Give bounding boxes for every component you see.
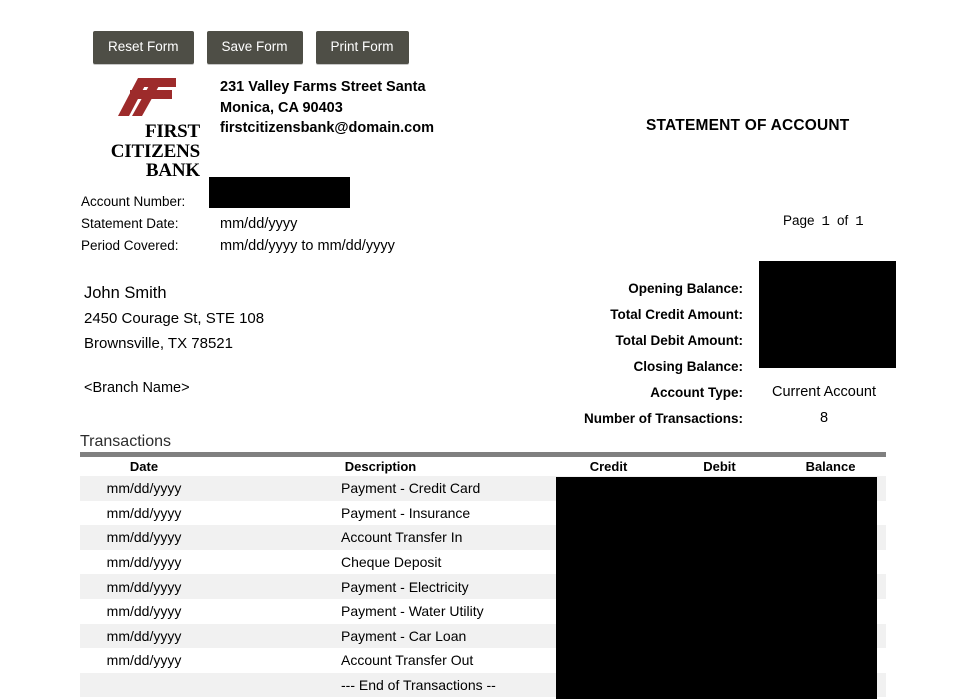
column-header-date: Date	[80, 457, 208, 476]
first-citizens-f-mark-icon	[118, 78, 176, 116]
period-covered-row: Period Covered: mm/dd/yyyy to mm/dd/yyyy	[81, 235, 395, 257]
number-of-transactions-label: Number of Transactions:	[583, 410, 743, 426]
cell-description: Account Transfer Out	[208, 648, 553, 673]
cell-date: mm/dd/yyyy	[80, 549, 208, 575]
column-header-credit: Credit	[553, 457, 664, 476]
bank-logo: FIRST CITIZENS BANK	[108, 76, 200, 180]
number-of-transactions-value: 8	[819, 410, 829, 426]
summary-row: Number of Transactions: 8	[560, 405, 896, 431]
current-page-number: 1	[821, 214, 830, 230]
save-form-button[interactable]: Save Form	[206, 31, 303, 64]
logo-word-citizens: CITIZENS	[110, 140, 200, 162]
cell-description: Payment - Water Utility	[208, 598, 553, 624]
column-header-balance: Balance	[775, 457, 886, 476]
cell-description: Payment - Electricity	[208, 574, 553, 599]
total-page-number: 1	[855, 214, 864, 230]
summary-row: Account Type: Current Account	[560, 379, 896, 405]
reset-form-button[interactable]: Reset Form	[93, 31, 194, 64]
statement-date-value[interactable]: mm/dd/yyyy	[220, 213, 297, 235]
account-number-redaction	[209, 177, 350, 208]
account-type-value: Current Account	[772, 384, 876, 400]
column-header-debit: Debit	[664, 457, 775, 476]
page-title: STATEMENT OF ACCOUNT	[646, 117, 850, 134]
bank-address: 231 Valley Farms Street Santa Monica, CA…	[220, 79, 434, 137]
table-header-row: Date Description Credit Debit Balance	[80, 457, 886, 476]
branch-name: <Branch Name>	[84, 380, 190, 396]
form-toolbar: Reset Form Save Form Print Form	[93, 31, 409, 64]
period-covered-value[interactable]: mm/dd/yyyy to mm/dd/yyyy	[220, 235, 395, 257]
cell-date: mm/dd/yyyy	[80, 598, 208, 624]
print-form-button[interactable]: Print Form	[315, 31, 409, 64]
period-covered-label: Period Covered:	[81, 238, 179, 253]
of-word: of	[836, 213, 849, 228]
bank-logo-wordmark: FIRST CITIZENS BANK	[108, 122, 200, 181]
cell-date: mm/dd/yyyy	[80, 648, 208, 673]
account-type-label: Account Type:	[650, 384, 743, 400]
cell-description: Payment - Insurance	[208, 500, 553, 526]
column-header-description: Description	[208, 457, 553, 476]
cell-description: Payment - Car Loan	[208, 623, 553, 649]
customer-address-line2: Brownsville, TX 78521	[84, 335, 233, 352]
total-credit-amount-label: Total Credit Amount:	[610, 306, 743, 322]
transaction-amounts-redaction	[556, 477, 877, 699]
cell-description: Payment - Credit Card	[208, 476, 553, 501]
total-debit-amount-label: Total Debit Amount:	[615, 332, 743, 348]
statement-date-label: Statement Date:	[81, 216, 179, 231]
statement-of-account-page: { "toolbar": { "reset_label": "Reset For…	[0, 0, 961, 699]
logo-word-bank: BANK	[145, 160, 200, 182]
customer-name: John Smith	[84, 284, 167, 302]
summary-amounts-redaction	[759, 261, 896, 368]
end-of-transactions-label: --- End of Transactions --	[208, 672, 553, 698]
customer-address-block: John Smith 2450 Courage St, STE 108 Brow…	[84, 281, 264, 356]
cell-description: Cheque Deposit	[208, 549, 553, 575]
closing-balance-label: Closing Balance:	[633, 358, 743, 374]
cell-date: mm/dd/yyyy	[80, 623, 208, 649]
cell-date	[80, 672, 208, 698]
cell-date: mm/dd/yyyy	[80, 476, 208, 501]
statement-date-row: Statement Date: mm/dd/yyyy	[81, 213, 395, 235]
customer-address-line1: 2450 Courage St, STE 108	[84, 310, 265, 327]
page-word: Page	[783, 213, 815, 228]
logo-word-first: FIRST	[145, 121, 200, 142]
cell-date: mm/dd/yyyy	[80, 525, 208, 550]
cell-date: mm/dd/yyyy	[80, 500, 208, 526]
account-number-label: Account Number:	[81, 194, 186, 209]
cell-date: mm/dd/yyyy	[80, 574, 208, 599]
transactions-heading: Transactions	[80, 433, 171, 450]
opening-balance-label: Opening Balance:	[628, 280, 743, 296]
cell-description: Account Transfer In	[208, 525, 553, 550]
page-indicator: Page 1 of 1	[783, 213, 864, 230]
